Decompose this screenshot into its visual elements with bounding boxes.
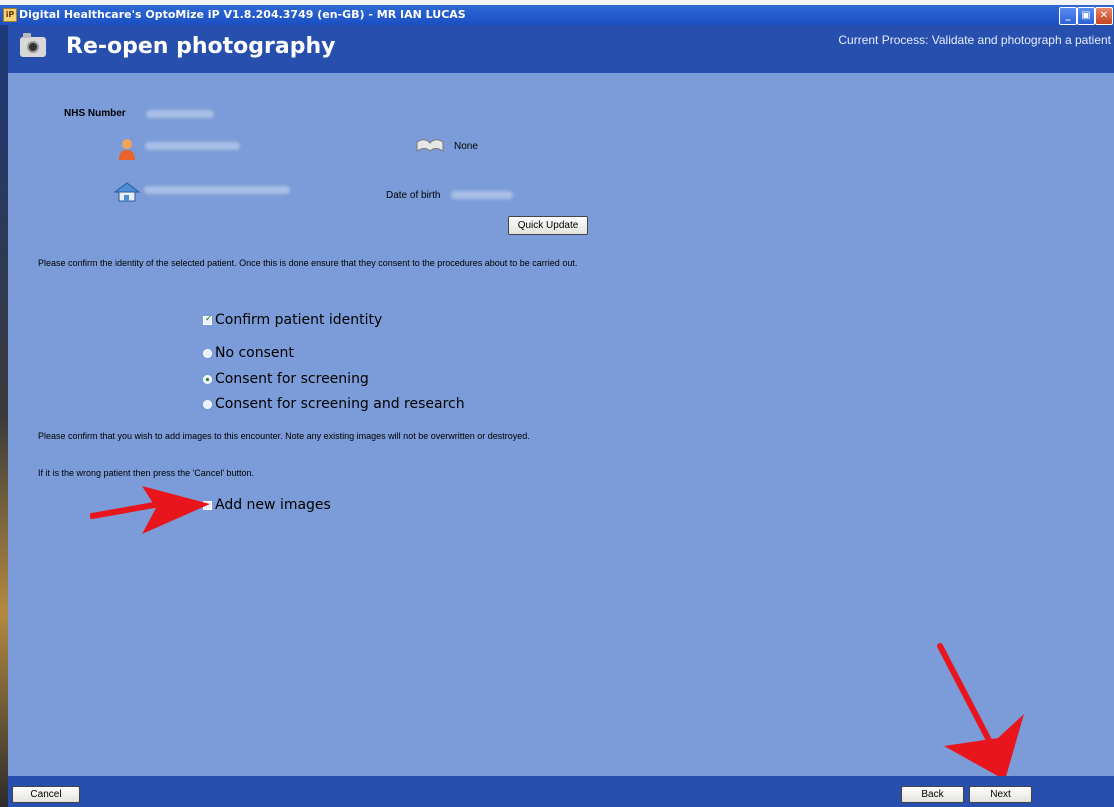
window-title: Digital Healthcare's OptoMize iP V1.8.20… (19, 8, 466, 21)
page-title: Re-open photography (66, 34, 336, 59)
consent-research-radio[interactable] (203, 399, 212, 409)
no-consent-label: No consent (215, 345, 294, 361)
consent-option-none[interactable]: No consent (203, 345, 294, 361)
notes-book-icon (416, 139, 444, 152)
confirm-identity-checkbox[interactable]: ✓ (203, 313, 213, 325)
identity-instructions: Please confirm the identity of the selec… (38, 258, 578, 268)
consent-screening-label: Consent for screening (215, 371, 369, 387)
current-process-label: Current Process: Validate and photograph… (838, 33, 1111, 47)
restore-button[interactable]: ▣ (1077, 7, 1095, 25)
next-button[interactable]: Next (969, 786, 1032, 803)
address-redacted (144, 186, 290, 194)
nhs-number-value-redacted (146, 110, 214, 118)
add-images-label: Add new images (215, 497, 331, 513)
consent-screening-radio[interactable] (203, 374, 212, 384)
consent-research-label: Consent for screening and research (215, 396, 465, 412)
app-icon: iP (3, 8, 17, 22)
back-button[interactable]: Back (901, 786, 964, 803)
date-of-birth-redacted (451, 191, 513, 199)
wrong-patient-instructions: If it is the wrong patient then press th… (38, 468, 255, 478)
consent-option-screening-research[interactable]: Consent for screening and research (203, 396, 465, 412)
notes-value: None (454, 141, 478, 152)
cancel-button[interactable]: Cancel (12, 786, 80, 803)
confirm-identity-option[interactable]: ✓ Confirm patient identity (203, 312, 382, 328)
close-button[interactable]: ✕ (1095, 7, 1113, 25)
date-of-birth-label: Date of birth (386, 190, 441, 201)
patient-name-redacted (145, 142, 240, 150)
confirm-identity-label: Confirm patient identity (215, 312, 383, 328)
minimize-button[interactable]: _ (1059, 7, 1077, 25)
person-icon (119, 139, 135, 160)
home-icon (113, 182, 141, 202)
add-images-option[interactable]: Add new images (203, 497, 331, 513)
consent-option-screening[interactable]: Consent for screening (203, 371, 369, 387)
no-consent-radio[interactable] (203, 348, 212, 358)
camera-icon (20, 33, 46, 57)
annotation-arrow-add-images (90, 486, 210, 534)
desktop-edge (0, 25, 8, 807)
annotation-arrow-next (937, 643, 1024, 780)
page-header: Re-open photography Current Process: Val… (8, 25, 1114, 73)
nhs-number-label: NHS Number (64, 108, 126, 119)
checkmark-icon: ✓ (205, 313, 213, 324)
window-titlebar[interactable]: iP Digital Healthcare's OptoMize iP V1.8… (0, 5, 1114, 25)
images-instructions: Please confirm that you wish to add imag… (38, 431, 530, 441)
quick-update-button[interactable]: Quick Update (508, 216, 588, 235)
